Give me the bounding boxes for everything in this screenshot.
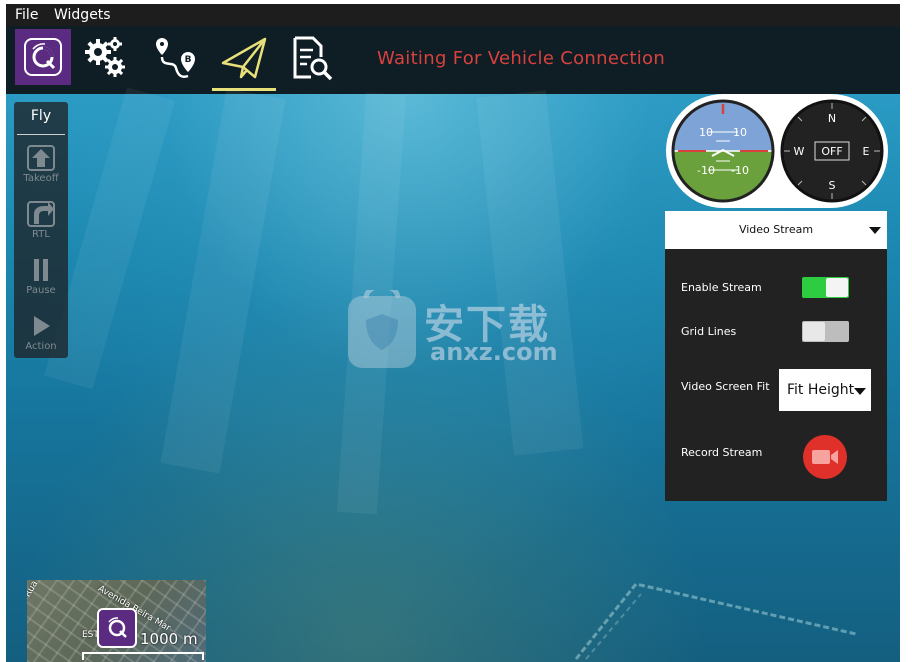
compass-east: E	[863, 145, 870, 158]
compass-north: N	[828, 112, 836, 125]
video-stream-panel: Video Stream Enable Stream Grid Lines Vi…	[665, 211, 887, 501]
enable-stream-toggle[interactable]	[802, 277, 849, 298]
action-button[interactable]: Action	[14, 312, 68, 352]
rtl-button[interactable]: RTL	[14, 200, 68, 240]
pause-button[interactable]: Pause	[14, 256, 68, 296]
attitude-indicator	[673, 101, 773, 201]
map-scale-bar	[82, 652, 204, 660]
chevron-down-icon	[854, 388, 866, 395]
app-window: File Widgets B Waiting For Vehicle Conne…	[6, 4, 900, 662]
record-stream-button[interactable]	[803, 435, 847, 479]
vehicle-home-icon	[97, 608, 137, 648]
rtl-label: RTL	[32, 229, 50, 240]
fly-panel-title: Fly	[17, 102, 65, 135]
action-icon	[34, 316, 50, 336]
pitch-label-upper-left: 10	[699, 126, 713, 139]
video-camera-icon	[812, 450, 838, 464]
takeoff-button[interactable]: Takeoff	[14, 144, 68, 184]
instrument-panel: 10 10 -10 -10 N S W E OFF	[666, 94, 888, 208]
video-stream-header: Video Stream	[738, 223, 814, 236]
pitch-label-lower-right: -10	[731, 164, 749, 177]
settings-gears-icon[interactable]	[76, 28, 136, 88]
qgc-logo-icon[interactable]	[15, 29, 71, 85]
grid-lines-toggle[interactable]	[802, 321, 849, 342]
watermark: 安下载 anxz.com	[346, 283, 566, 374]
takeoff-icon	[27, 145, 55, 171]
screen-fit-value: Fit Height	[787, 382, 855, 398]
compass-heading-readout: OFF	[821, 145, 842, 158]
map-street-label: Rua Piraquara	[27, 580, 63, 599]
action-label: Action	[25, 341, 57, 352]
fly-paper-plane-icon[interactable]	[214, 28, 274, 88]
toggle-knob	[826, 278, 848, 297]
screen-fit-label: Video Screen Fit	[681, 380, 770, 393]
pause-icon	[34, 259, 48, 281]
main-toolbar: B Waiting For Vehicle Connection	[6, 26, 900, 94]
fly-tools-panel: Fly Takeoff RTL Pause Action	[14, 102, 68, 358]
takeoff-label: Takeoff	[23, 173, 59, 184]
grid-lines-label: Grid Lines	[681, 325, 737, 338]
compass-south: S	[829, 179, 836, 192]
seafloor-net	[574, 582, 857, 660]
record-stream-label: Record Stream	[681, 446, 763, 459]
menu-bar: File Widgets	[6, 4, 900, 26]
plan-route-icon[interactable]: B	[146, 28, 206, 88]
svg-text:B: B	[185, 55, 192, 65]
screen-fit-select[interactable]: Fit Height	[779, 369, 871, 411]
pitch-label-lower-left: -10	[697, 164, 715, 177]
watermark-latin: anxz.com	[430, 338, 558, 366]
active-tab-indicator	[212, 88, 276, 91]
menu-widgets[interactable]: Widgets	[54, 7, 111, 23]
rtl-icon	[27, 201, 55, 227]
toggle-knob	[803, 322, 825, 341]
compass-west: W	[794, 145, 805, 158]
mini-map[interactable]: Avenida Beira Mar Rua Piraquara ESTR 100…	[27, 580, 206, 662]
menu-file[interactable]: File	[15, 7, 38, 23]
enable-stream-label: Enable Stream	[681, 281, 762, 294]
video-stream-dropdown[interactable]: Video Stream	[665, 211, 887, 249]
map-scale-label: 1000 m	[140, 630, 198, 648]
chevron-down-icon	[869, 227, 881, 234]
connection-status: Waiting For Vehicle Connection	[377, 48, 666, 69]
analyze-document-icon[interactable]	[282, 28, 342, 88]
pause-label: Pause	[26, 285, 56, 296]
pitch-label-upper-right: 10	[733, 126, 747, 139]
